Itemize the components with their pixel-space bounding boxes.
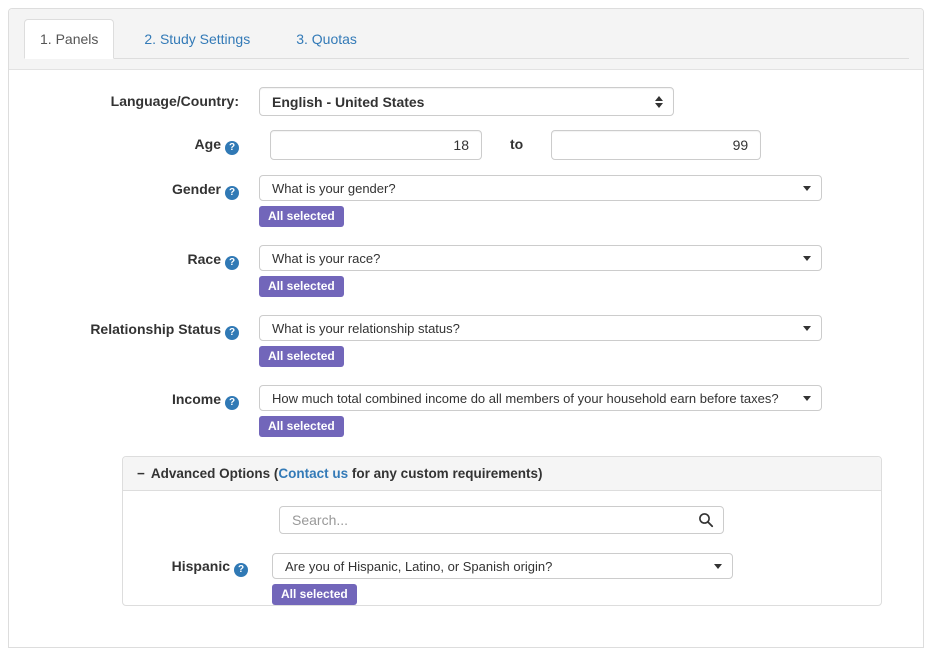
gender-label-text: Gender	[172, 181, 221, 197]
tab-bar: 1. Panels 2. Study Settings 3. Quotas	[24, 19, 909, 59]
relationship-dropdown[interactable]: What is your relationship status?	[259, 315, 822, 341]
tab-study-settings[interactable]: 2. Study Settings	[128, 19, 266, 59]
race-label-text: Race	[188, 251, 221, 267]
advanced-search	[279, 506, 724, 534]
income-dropdown-text: How much total combined income do all me…	[272, 391, 779, 406]
relationship-label-text: Relationship Status	[90, 321, 221, 337]
income-label: Income?	[9, 385, 259, 409]
income-row: Income? How much total combined income d…	[9, 385, 923, 437]
gender-row: Gender? What is your gender? All selecte…	[9, 175, 923, 227]
select-arrows-icon	[655, 96, 663, 108]
gender-label: Gender?	[9, 175, 259, 199]
relationship-control: What is your relationship status? All se…	[259, 315, 822, 367]
age-label: Age?	[9, 130, 259, 154]
gender-dropdown-text: What is your gender?	[272, 181, 396, 196]
age-row: Age? to	[9, 130, 923, 160]
search-icon[interactable]	[698, 512, 714, 533]
relationship-dropdown-text: What is your relationship status?	[272, 321, 460, 336]
collapse-icon[interactable]: −	[137, 466, 145, 481]
help-icon[interactable]: ?	[225, 396, 239, 410]
hispanic-label: Hispanic?	[123, 553, 272, 576]
language-country-value: English - United States	[272, 94, 424, 110]
hispanic-dropdown[interactable]: Are you of Hispanic, Latino, or Spanish …	[272, 553, 733, 579]
age-min-input[interactable]	[270, 130, 482, 160]
help-icon[interactable]: ?	[225, 186, 239, 200]
help-icon[interactable]: ?	[225, 326, 239, 340]
gender-selected-badge: All selected	[259, 206, 344, 227]
race-row: Race? What is your race? All selected	[9, 245, 923, 297]
advanced-options-header: −Advanced Options (Contact us for any cu…	[123, 457, 881, 491]
hispanic-selected-badge: All selected	[272, 584, 357, 605]
gender-control: What is your gender? All selected	[259, 175, 822, 227]
panel-container: 1. Panels 2. Study Settings 3. Quotas La…	[8, 8, 924, 648]
caret-down-icon	[803, 186, 811, 191]
income-label-text: Income	[172, 391, 221, 407]
help-icon[interactable]: ?	[234, 563, 248, 577]
age-max-input[interactable]	[551, 130, 761, 160]
hispanic-control: Are you of Hispanic, Latino, or Spanish …	[272, 553, 733, 605]
race-control: What is your race? All selected	[259, 245, 822, 297]
gender-dropdown[interactable]: What is your gender?	[259, 175, 822, 201]
age-to-label: to	[510, 136, 523, 152]
advanced-title-suffix: for any custom requirements)	[348, 466, 542, 481]
race-dropdown-text: What is your race?	[272, 251, 380, 266]
help-icon[interactable]: ?	[225, 141, 239, 155]
caret-down-icon	[714, 564, 722, 569]
income-selected-badge: All selected	[259, 416, 344, 437]
language-country-row: Language/Country: English - United State…	[9, 87, 923, 116]
language-country-select[interactable]: English - United States	[259, 87, 674, 116]
tab-quotas[interactable]: 3. Quotas	[280, 19, 373, 59]
contact-us-link[interactable]: Contact us	[278, 466, 348, 481]
advanced-title-prefix: Advanced Options (	[151, 466, 279, 481]
income-dropdown[interactable]: How much total combined income do all me…	[259, 385, 822, 411]
relationship-row: Relationship Status? What is your relati…	[9, 315, 923, 367]
caret-down-icon	[803, 326, 811, 331]
hispanic-label-text: Hispanic	[172, 558, 230, 574]
income-control: How much total combined income do all me…	[259, 385, 822, 437]
race-selected-badge: All selected	[259, 276, 344, 297]
tab-panels[interactable]: 1. Panels	[24, 19, 114, 59]
caret-down-icon	[803, 396, 811, 401]
relationship-selected-badge: All selected	[259, 346, 344, 367]
age-label-text: Age	[195, 136, 221, 152]
relationship-label: Relationship Status?	[9, 315, 259, 339]
race-dropdown[interactable]: What is your race?	[259, 245, 822, 271]
advanced-options-body: Hispanic? Are you of Hispanic, Latino, o…	[123, 491, 881, 605]
language-country-label: Language/Country:	[9, 87, 259, 109]
help-icon[interactable]: ?	[225, 256, 239, 270]
tab-header: 1. Panels 2. Study Settings 3. Quotas	[9, 9, 923, 70]
hispanic-row: Hispanic? Are you of Hispanic, Latino, o…	[123, 553, 881, 605]
panels-form: Language/Country: English - United State…	[9, 70, 923, 606]
search-input[interactable]	[279, 506, 724, 534]
caret-down-icon	[803, 256, 811, 261]
race-label: Race?	[9, 245, 259, 269]
hispanic-dropdown-text: Are you of Hispanic, Latino, or Spanish …	[285, 559, 552, 574]
